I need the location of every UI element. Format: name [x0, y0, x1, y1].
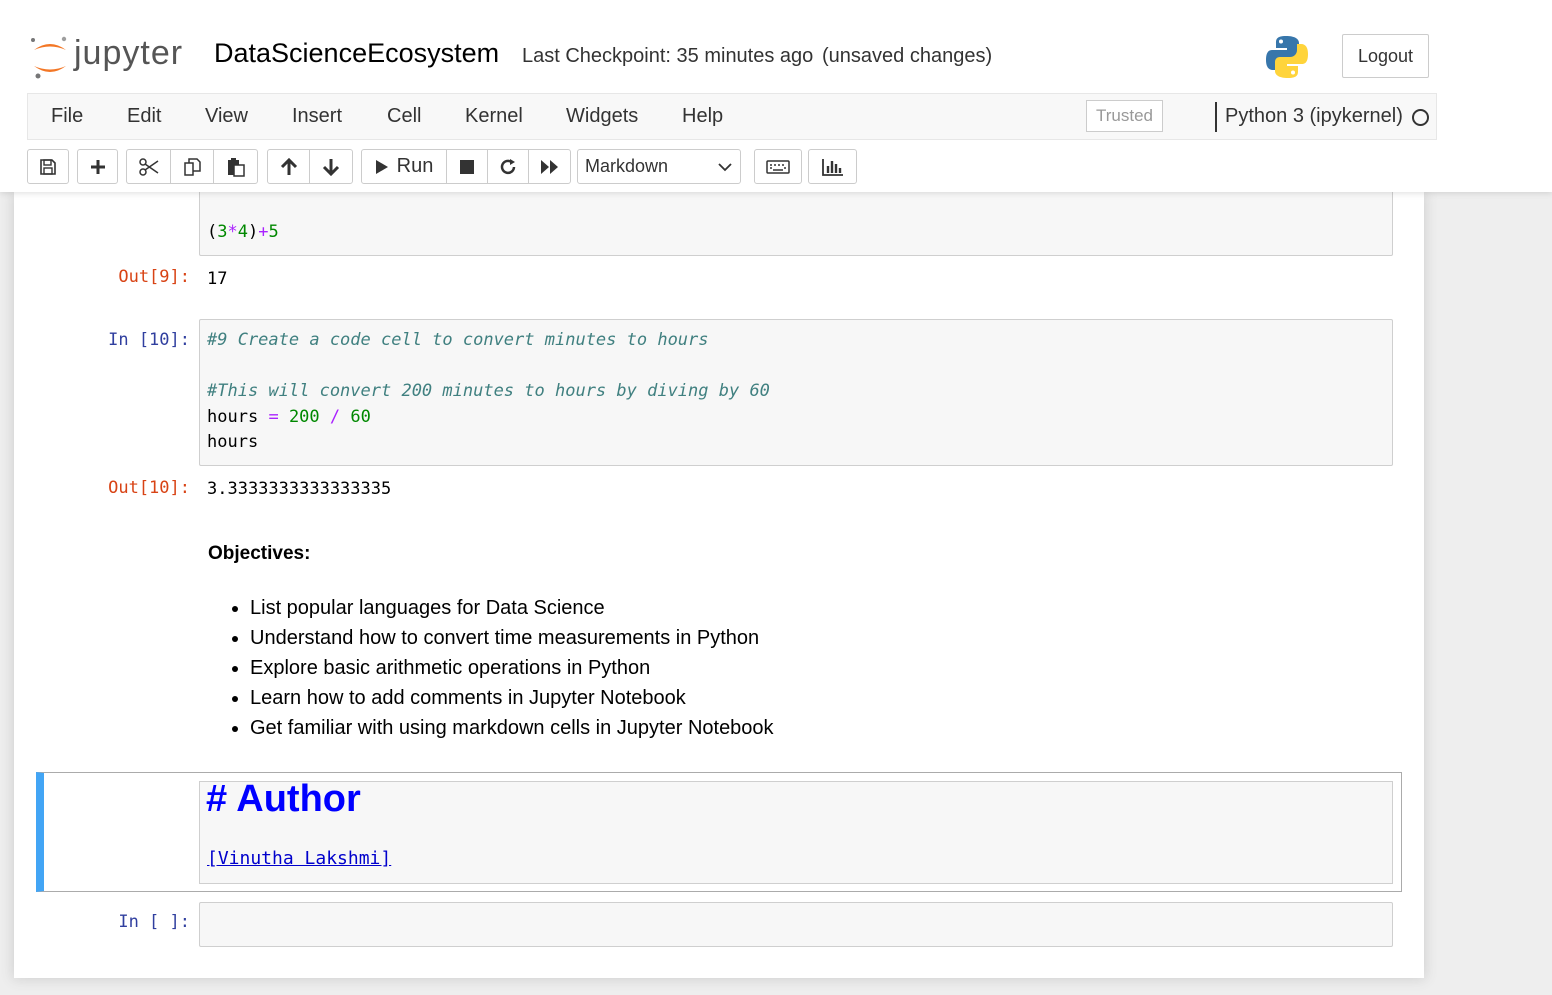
- list-item: List popular languages for Data Science: [250, 593, 774, 623]
- code-comment-line-1: #9 Create a code cell to convert minutes…: [207, 330, 709, 350]
- list-item: Explore basic arithmetic operations in P…: [250, 653, 774, 683]
- objectives-heading: Objectives:: [208, 543, 311, 564]
- output-10: 3.3333333333333335: [207, 479, 392, 499]
- arrow-up-icon: [280, 157, 297, 175]
- out-prompt-9: Out[9]:: [118, 267, 190, 287]
- code-cell-9-input[interactable]: [199, 192, 1393, 256]
- logout-button[interactable]: Logout: [1342, 34, 1429, 78]
- run-button[interactable]: Run: [361, 149, 447, 184]
- menubar: File Edit View Insert Cell Kernel Widget…: [27, 93, 1437, 140]
- command-palette-button[interactable]: [754, 149, 802, 184]
- plus-icon: [90, 159, 105, 174]
- trusted-indicator[interactable]: Trusted: [1086, 100, 1163, 132]
- copy-icon: [184, 157, 201, 176]
- list-item: Learn how to add comments in Jupyter Not…: [250, 683, 774, 713]
- menu-file[interactable]: File: [51, 105, 83, 128]
- paste-icon: [227, 157, 245, 177]
- menu-cell[interactable]: Cell: [387, 105, 421, 128]
- menu-help[interactable]: Help: [682, 105, 723, 128]
- move-down-button[interactable]: [309, 149, 353, 184]
- menu-edit[interactable]: Edit: [127, 105, 161, 128]
- python-logo-icon: [1266, 36, 1308, 78]
- interrupt-button[interactable]: [446, 149, 488, 184]
- fast-forward-icon: [540, 159, 558, 174]
- save-icon: [40, 158, 56, 175]
- code-assignment-line: hours = 200 / 60: [207, 407, 371, 427]
- cut-button[interactable]: [126, 149, 171, 184]
- checkpoint-status: Last Checkpoint: 35 minutes ago: [522, 45, 814, 67]
- bar-chart-icon: [821, 158, 843, 176]
- author-heading: # Author: [206, 778, 361, 820]
- in-prompt-10: In [10]:: [108, 330, 190, 350]
- resource-usage-button[interactable]: [808, 149, 857, 184]
- restart-run-all-button[interactable]: [528, 149, 571, 184]
- notebook-name[interactable]: DataScienceEcosystem: [214, 38, 499, 69]
- code-variable-line: hours: [207, 432, 259, 452]
- menu-insert[interactable]: Insert: [292, 105, 342, 128]
- insert-cell-button[interactable]: [77, 149, 118, 184]
- kernel-separator: [1215, 102, 1217, 132]
- cut-icon: [138, 157, 158, 176]
- list-item: Get familiar with using markdown cells i…: [250, 713, 774, 743]
- menu-widgets[interactable]: Widgets: [566, 105, 638, 128]
- chevron-down-icon: [718, 163, 732, 172]
- save-button[interactable]: [27, 149, 69, 184]
- author-link[interactable]: [Vinutha Lakshmi]: [207, 848, 391, 869]
- jupyter-logo-icon[interactable]: [30, 34, 70, 80]
- kernel-idle-indicator-icon: [1412, 109, 1429, 126]
- stop-icon: [460, 159, 474, 174]
- cell-type-value: Markdown: [585, 156, 669, 176]
- out-prompt-10: Out[10]:: [108, 478, 190, 498]
- in-prompt-empty: In [ ]:: [118, 912, 190, 932]
- restart-button[interactable]: [487, 149, 529, 184]
- arrow-down-icon: [322, 158, 340, 176]
- copy-button[interactable]: [170, 149, 214, 184]
- jupyter-logo-text: jupyter: [74, 34, 184, 72]
- move-up-button[interactable]: [267, 149, 310, 184]
- keyboard-icon: [766, 159, 790, 174]
- run-label: Run: [396, 155, 434, 177]
- header: jupyter DataScienceEcosystem Last Checkp…: [0, 0, 1552, 192]
- code-comment-line-2: #This will convert 200 minutes to hours …: [207, 381, 770, 401]
- code-cell-9-line: (3*4)+5: [207, 222, 279, 242]
- empty-code-cell-input[interactable]: [199, 902, 1393, 947]
- objectives-list: List popular languages for Data Science …: [250, 593, 774, 743]
- paste-button[interactable]: [213, 149, 258, 184]
- menu-view[interactable]: View: [205, 105, 248, 128]
- menu-kernel[interactable]: Kernel: [465, 105, 523, 128]
- kernel-name[interactable]: Python 3 (ipykernel): [1225, 105, 1403, 128]
- notebook-container: (3*4)+5 Out[9]: 17 In [10]: #9 Create a …: [14, 192, 1424, 978]
- cell-type-select[interactable]: Markdown: [577, 149, 741, 184]
- output-9: 17: [207, 269, 228, 289]
- autosave-status: (unsaved changes): [822, 45, 993, 67]
- restart-icon: [500, 158, 516, 174]
- run-icon: [375, 159, 388, 174]
- list-item: Understand how to convert time measureme…: [250, 623, 774, 653]
